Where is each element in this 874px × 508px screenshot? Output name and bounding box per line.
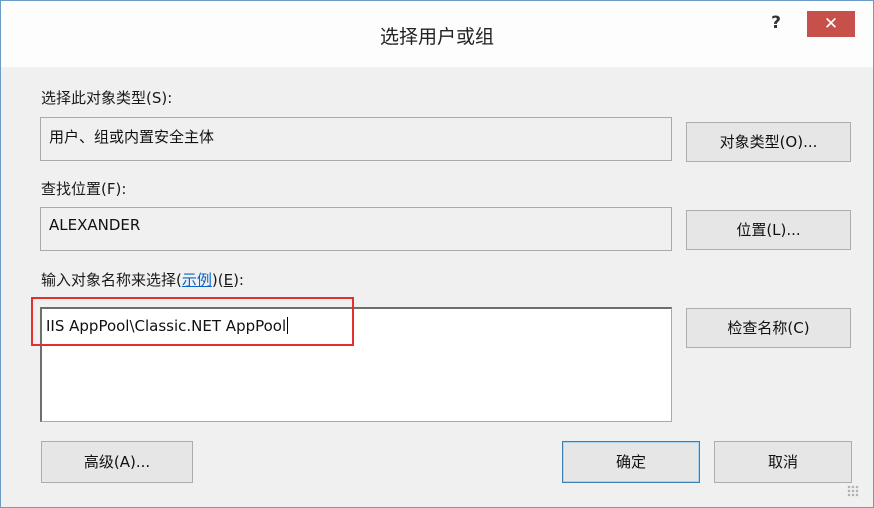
location-button-label: 位置(L)... xyxy=(736,221,801,239)
title-bar[interactable]: 选择用户或组 ? ✕ xyxy=(1,1,873,67)
object-types-label: 选择此对象类型(S): xyxy=(41,89,173,107)
dialog-title: 选择用户或组 xyxy=(379,26,494,48)
object-types-button[interactable]: 对象类型(O)... xyxy=(686,122,851,162)
select-users-or-groups-dialog: 选择用户或组 ? ✕ 选择此对象类型(S): 用户、组或内置安全主体 对象类型(… xyxy=(0,0,874,508)
ok-button[interactable]: 确定 xyxy=(562,441,700,483)
label-suffix: ): xyxy=(233,271,244,289)
location-button[interactable]: 位置(L)... xyxy=(686,210,851,250)
object-types-field: 用户、组或内置安全主体 xyxy=(40,117,672,161)
advanced-button-label: 高级(A)... xyxy=(83,453,151,471)
object-names-input[interactable]: IIS AppPool\Classic.NET AppPool xyxy=(40,307,672,422)
help-button[interactable]: ? xyxy=(761,11,791,35)
label-separator: )( xyxy=(211,271,224,289)
enter-object-names-label: 输入对象名称来选择(示例)(E): xyxy=(41,269,244,290)
text-caret xyxy=(287,317,289,334)
enter-object-names-label-text: 输入对象名称来选择( xyxy=(41,271,182,289)
examples-link[interactable]: 示例 xyxy=(182,271,212,289)
access-key: E xyxy=(223,271,234,289)
dialog-body: 选择此对象类型(S): 用户、组或内置安全主体 对象类型(O)... 查找位置(… xyxy=(9,67,865,501)
location-field: ALEXANDER xyxy=(40,207,672,251)
object-names-value: IIS AppPool\Classic.NET AppPool xyxy=(46,317,287,335)
resize-grip-icon[interactable] xyxy=(847,485,859,497)
cancel-button-label: 取消 xyxy=(767,453,798,471)
location-label: 查找位置(F): xyxy=(41,180,127,198)
advanced-button[interactable]: 高级(A)... xyxy=(41,441,193,483)
ok-button-label: 确定 xyxy=(615,453,646,471)
check-names-button[interactable]: 检查名称(C) xyxy=(686,308,851,348)
close-icon: ✕ xyxy=(823,14,839,34)
cancel-button[interactable]: 取消 xyxy=(714,441,852,483)
check-names-button-label: 检查名称(C) xyxy=(727,319,810,337)
close-button[interactable]: ✕ xyxy=(807,11,855,37)
object-types-button-label: 对象类型(O)... xyxy=(719,133,818,151)
